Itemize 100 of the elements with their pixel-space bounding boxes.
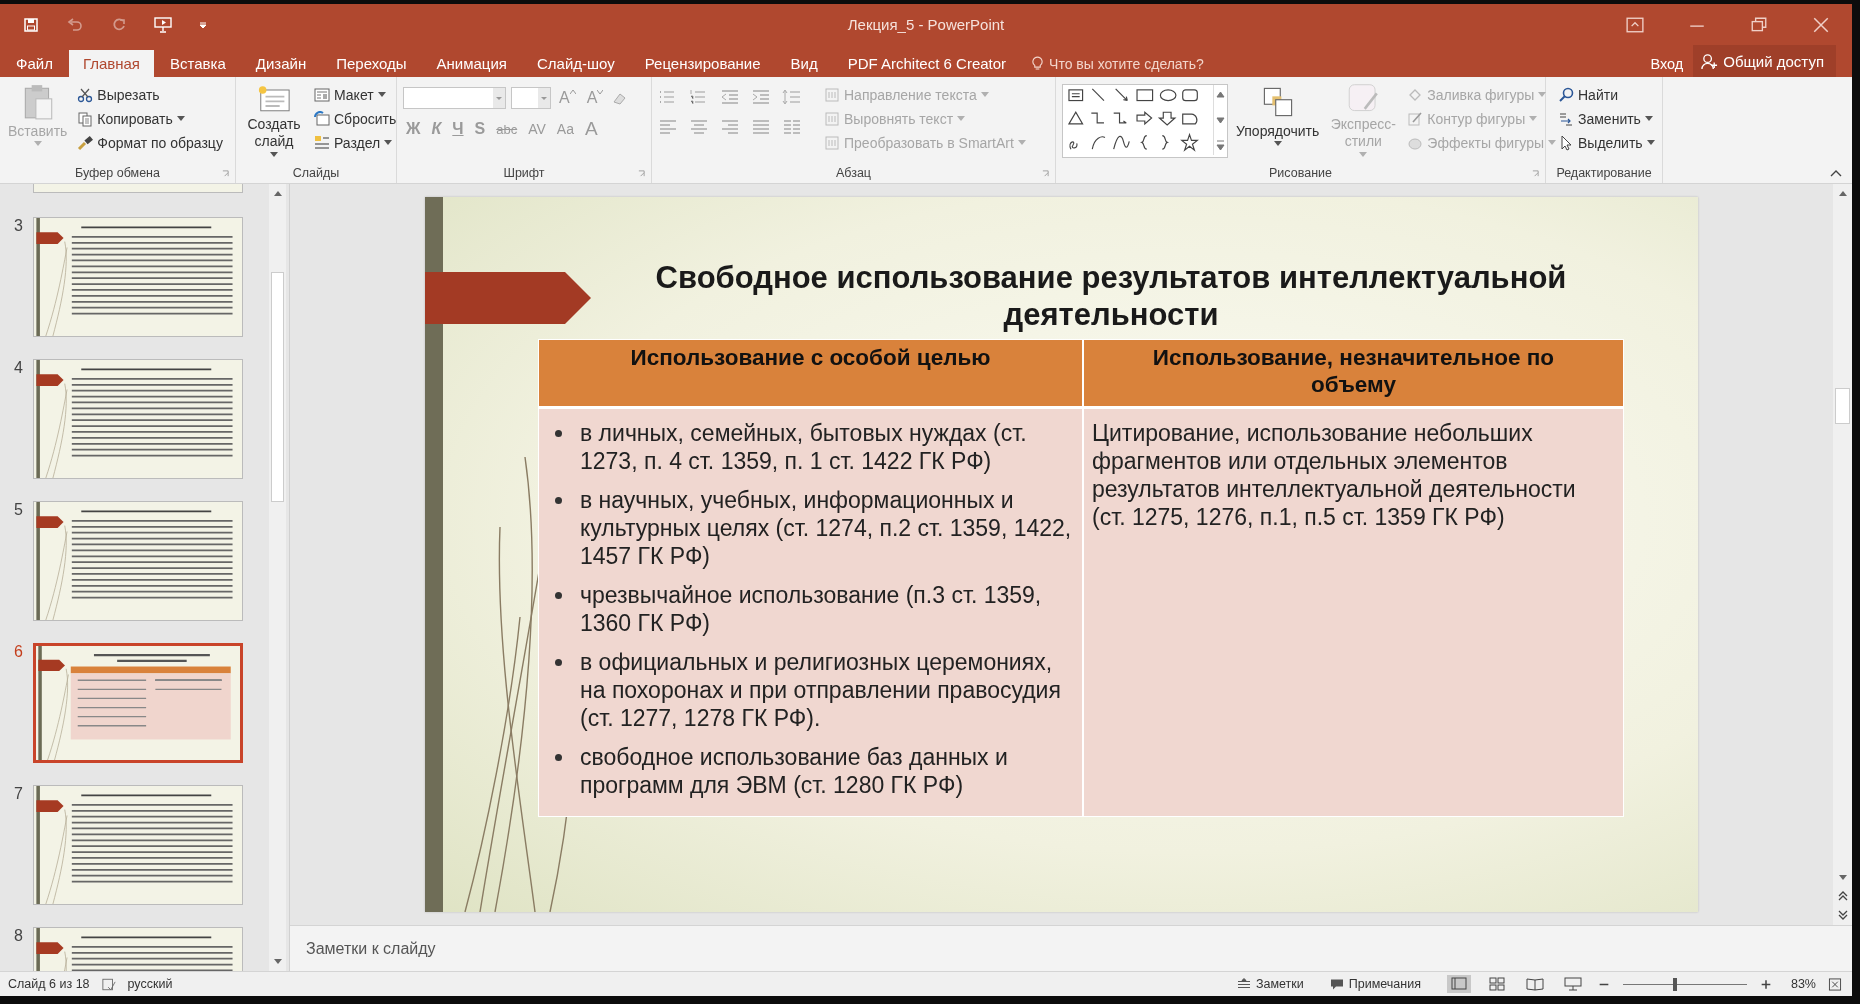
language-label[interactable]: русский (127, 977, 173, 991)
slide-thumbnail[interactable] (33, 359, 243, 479)
ribbon-tab[interactable]: Вставка (156, 50, 240, 77)
star-icon[interactable] (1180, 132, 1199, 152)
share-button[interactable]: Общий доступ (1693, 45, 1836, 77)
block-arrow-icon[interactable] (1136, 110, 1153, 126)
bullet-text: в личных, семейных, бытовых нуждах (ст. 1273, п. 4 ст. 1359, п. 1 ст. 1422 ГК РФ) (580, 419, 1028, 475)
freeform-icon[interactable] (1069, 141, 1078, 150)
oval-icon[interactable] (1159, 89, 1177, 102)
scrollbar-thumb[interactable] (1835, 388, 1850, 424)
scroll-down-icon[interactable] (272, 958, 283, 966)
slide-thumbnail[interactable] (33, 184, 243, 193)
slide-thumbnail[interactable] (33, 785, 243, 905)
elbow-arrow-icon[interactable] (1113, 112, 1127, 124)
ribbon-tab[interactable]: Слайд-шоу (522, 50, 629, 77)
ribbon-tab[interactable]: Вид (776, 50, 832, 77)
ribbon-button[interactable]: Найти (1556, 83, 1657, 106)
ribbon-button[interactable]: Раздел (312, 131, 399, 154)
rounded-shape-icon[interactable] (1182, 113, 1198, 125)
caret-icon (957, 116, 966, 121)
ribbon-button[interactable]: Выделить (1556, 131, 1657, 154)
text-box-icon[interactable] (1068, 89, 1084, 102)
ribbon-button[interactable]: Заменить (1556, 107, 1657, 130)
next-slide-icon[interactable] (1837, 909, 1848, 921)
zoom-slider[interactable] (1673, 977, 1678, 991)
triangle-icon[interactable] (1067, 111, 1084, 125)
spelling-icon[interactable] (101, 977, 116, 991)
ribbon-tab[interactable]: Переходы (322, 50, 421, 77)
curve-icon[interactable] (1113, 135, 1130, 150)
group-label: Шрифт (503, 166, 545, 180)
previous-slide-icon[interactable] (1837, 890, 1848, 902)
brace-icon[interactable] (1141, 134, 1148, 150)
group-label: Рисование (1269, 166, 1332, 180)
ribbon-button[interactable]: Копировать (75, 107, 225, 130)
gallery-scroll-icon[interactable] (1213, 85, 1227, 155)
sign-in-link[interactable]: Вход (1640, 50, 1694, 77)
caret-icon (176, 116, 185, 121)
restore-icon[interactable] (1750, 16, 1768, 33)
bullet-text: чрезвычайное использование (п.3 ст. 1359, 1360 ГК РФ) (580, 581, 1043, 637)
scroll-up-icon[interactable] (1837, 189, 1848, 197)
scroll-down-icon[interactable] (1837, 874, 1848, 882)
person-add-icon (1701, 52, 1719, 70)
slideshow-icon[interactable] (154, 16, 172, 33)
reset-icon (314, 110, 330, 127)
arrow-icon[interactable] (1115, 88, 1128, 102)
rounded-rectangle-icon[interactable] (1182, 89, 1198, 102)
caret-icon (1644, 116, 1653, 121)
slide-thumbnail[interactable] (33, 217, 243, 337)
caret-icon (1538, 92, 1547, 97)
caret-icon (1548, 140, 1556, 145)
comments-button[interactable]: Примечания (1329, 977, 1421, 991)
ribbon-tab[interactable]: Файл (2, 50, 67, 77)
scrollbar-thumb[interactable] (271, 272, 284, 502)
save-icon[interactable] (22, 16, 40, 33)
ribbon-tab[interactable]: PDF Architect 6 Creator (833, 50, 1021, 77)
ribbon-display-icon[interactable] (1626, 16, 1644, 33)
line-icon[interactable] (1091, 88, 1105, 102)
arc-icon[interactable] (1091, 136, 1106, 150)
collapse-ribbon-icon[interactable] (1830, 169, 1842, 177)
lightbulb-icon (1032, 56, 1044, 71)
ribbon-tab[interactable]: Дизайн (241, 50, 321, 77)
arrange-button[interactable]: Упорядочить (1234, 81, 1322, 157)
ribbon-button[interactable]: Формат по образцу (75, 131, 225, 154)
chevron-up-icon (569, 90, 576, 94)
table-header-cell: Использование с особой целью (539, 340, 1082, 406)
brush-icon (77, 134, 94, 151)
ribbon-tab[interactable]: Анимация (422, 50, 521, 77)
rectangle-icon[interactable] (1136, 89, 1154, 102)
slide-thumbnail[interactable] (33, 643, 243, 763)
bullet-text: в официальных и религиозных церемониях, на похоронах и при отправлении правосудия (ст. 1277, 1278 ГК РФ). (580, 648, 1062, 732)
bullet-text: свободное использование баз данных и программ для ЭВМ (ст. 1280 ГК РФ) (580, 743, 1009, 799)
ribbon-button[interactable]: Вырезать (75, 83, 225, 106)
layout-icon (314, 86, 330, 103)
notes-field[interactable]: Заметки к слайду (306, 939, 706, 958)
caret-icon (1017, 140, 1026, 145)
zoom-percent[interactable]: 83% (1790, 977, 1816, 991)
down-block-arrow-icon[interactable] (1157, 111, 1177, 126)
scroll-up-icon[interactable] (272, 189, 283, 197)
font-size-field[interactable] (511, 87, 551, 109)
customize-caret-icon[interactable] (198, 19, 208, 30)
caret-icon (270, 152, 278, 157)
ribbon-button[interactable]: Макет (312, 83, 399, 106)
new-slide-button[interactable]: Создать слайд (242, 81, 306, 157)
fit-to-window-icon[interactable] (1828, 977, 1842, 991)
slide-number: 7 (13, 785, 24, 803)
tell-me-field[interactable]: Что вы хотите сделать? (1032, 50, 1240, 77)
notes-button[interactable]: Заметки (1237, 977, 1304, 991)
ribbon-tab[interactable]: Главная (68, 50, 154, 77)
ribbon-button[interactable]: Сбросить (312, 107, 399, 130)
shape-gallery[interactable] (1062, 84, 1228, 158)
ribbon-tab[interactable]: Рецензирование (630, 50, 775, 77)
normal-view-icon[interactable] (1446, 975, 1471, 993)
text-direction-icon (824, 86, 840, 103)
replace-icon (1558, 110, 1574, 127)
slide-thumbnail[interactable] (33, 501, 243, 621)
close-icon[interactable] (1812, 16, 1830, 33)
cell-text: Цитирование, использование небольших фрагментов или отдельных элементов результатов интеллектуальной деятельности (ст. 1275, 1276, п.1, п.5 ст. 1359 ГК РФ) (1092, 419, 1577, 531)
elbow-connector-icon[interactable] (1090, 112, 1105, 124)
brace-icon[interactable] (1161, 134, 1168, 150)
font-name-field[interactable] (403, 87, 506, 109)
